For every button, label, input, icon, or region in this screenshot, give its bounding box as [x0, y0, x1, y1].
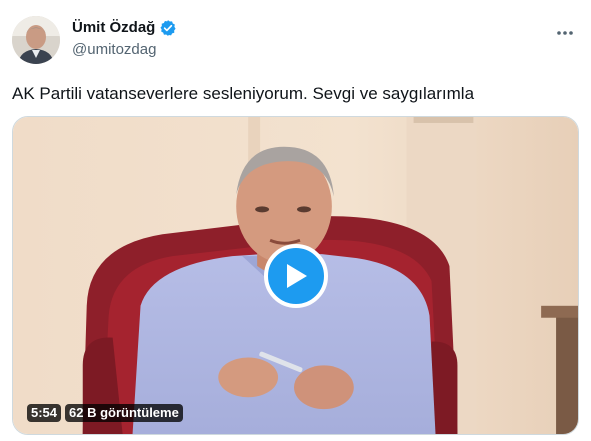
video-duration-badge: 5:54	[27, 404, 62, 422]
author-display-name[interactable]: Ümit Özdağ	[72, 18, 155, 38]
video-player[interactable]: 5:54 62 B görüntüleme	[12, 116, 579, 435]
verified-badge-icon	[159, 19, 177, 37]
more-horizontal-icon	[557, 31, 573, 35]
play-button[interactable]	[264, 244, 328, 308]
video-badges: 5:54 62 B görüntüleme	[27, 404, 183, 422]
view-count-badge: 62 B görüntüleme	[65, 404, 183, 422]
name-row: Ümit Özdağ	[72, 18, 177, 38]
avatar[interactable]	[12, 16, 60, 64]
more-options-button[interactable]	[551, 22, 579, 44]
tweet-header: Ümit Özdağ @umitozdag	[12, 14, 579, 70]
author-names: Ümit Özdağ @umitozdag	[72, 18, 177, 60]
author-handle[interactable]: @umitozdag	[72, 40, 177, 60]
play-icon	[287, 264, 307, 288]
avatar-image	[12, 16, 60, 64]
tweet-text: AK Partili vatanseverlere sesleniyorum. …	[12, 84, 475, 103]
tweet-card: Ümit Özdağ @umitozdag AK Partili vatanse…	[0, 0, 591, 441]
